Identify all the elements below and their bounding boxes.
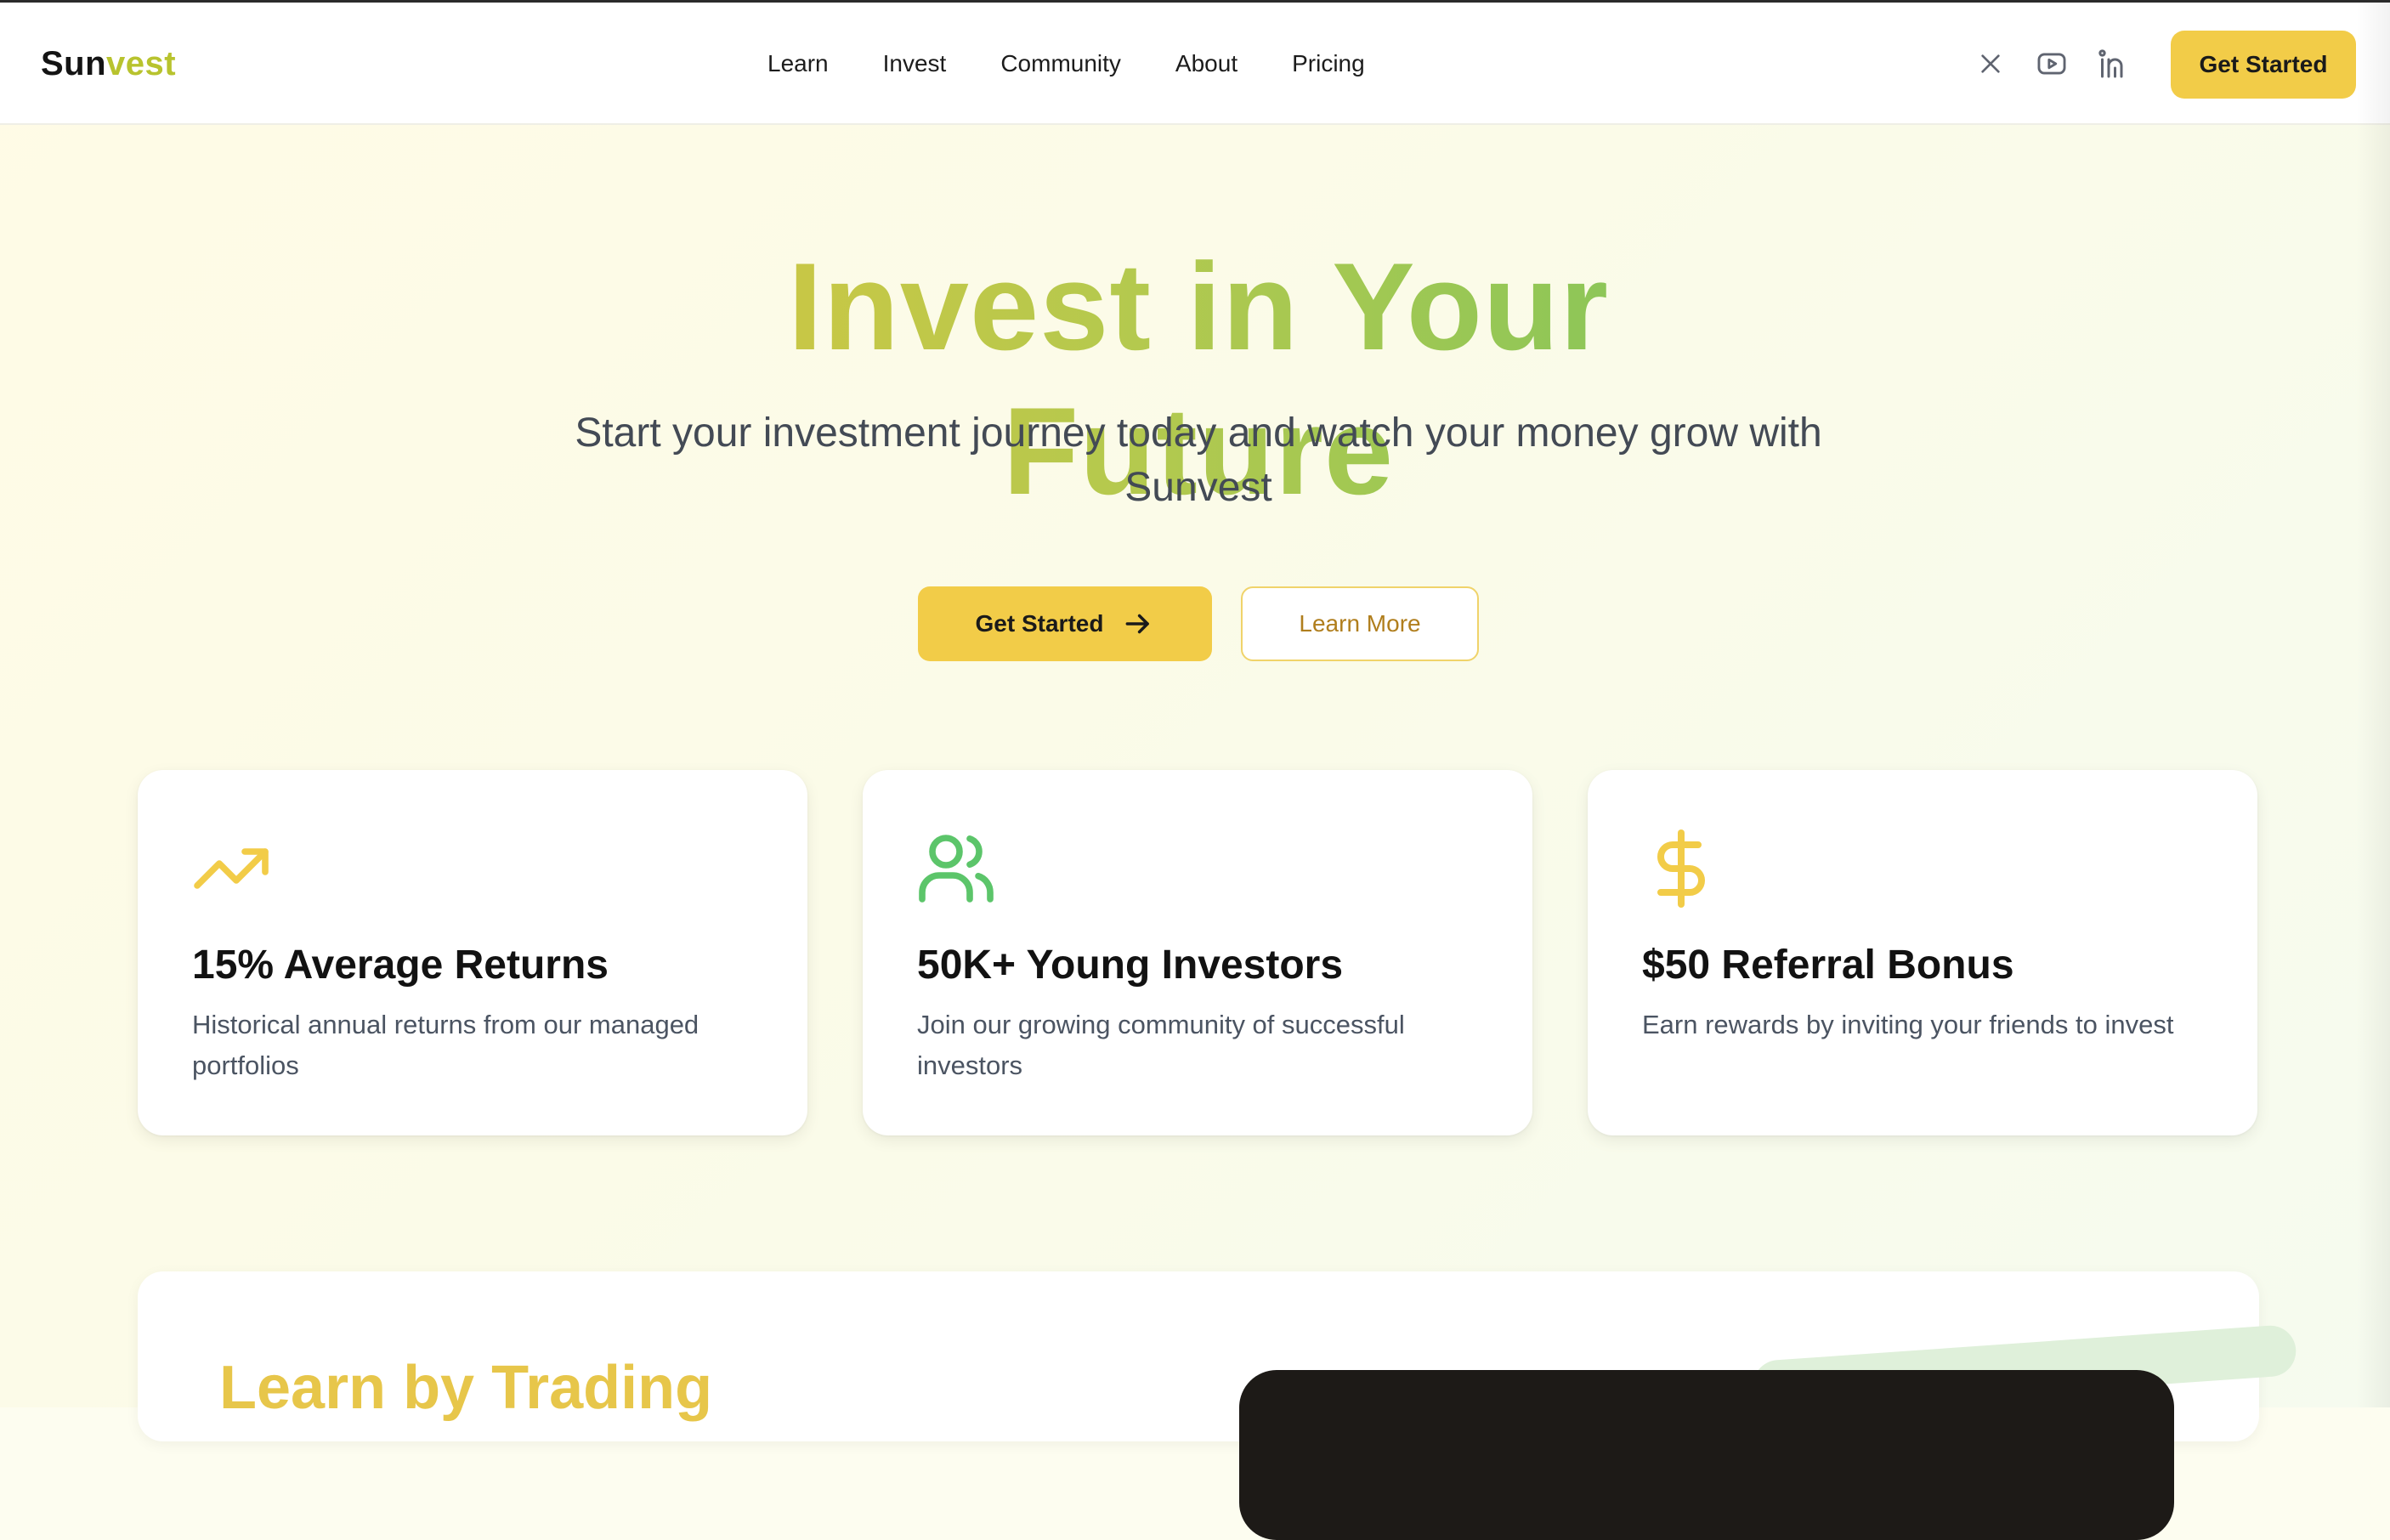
hero-get-started-label: Get Started (975, 610, 1104, 637)
feature-title: 15% Average Returns (192, 943, 609, 988)
feature-description: Historical annual returns from our manag… (192, 1010, 699, 1080)
feature-card-returns: 15% Average Returns Historical annual re… (138, 770, 807, 1135)
logo-part-vest: vest (106, 45, 177, 82)
top-navigation: Sunvest Learn Invest Community About Pri… (0, 3, 2390, 125)
feature-description: Join our growing community of successful… (917, 1010, 1405, 1080)
nav-link-invest[interactable]: Invest (883, 47, 947, 81)
linkedin-icon[interactable] (2094, 45, 2132, 82)
nav-link-about[interactable]: About (1175, 47, 1237, 81)
trading-media-preview[interactable] (1239, 1370, 2174, 1540)
nav-links: Learn Invest Community About Pricing (767, 47, 1365, 81)
x-icon[interactable] (1972, 45, 2009, 82)
nav-link-learn[interactable]: Learn (767, 47, 829, 81)
trending-up-icon (190, 828, 272, 909)
feature-description: Earn rewards by inviting your friends to… (1642, 1010, 2174, 1039)
feature-title: $50 Referral Bonus (1642, 943, 2014, 988)
nav-get-started-button[interactable]: Get Started (2171, 31, 2356, 99)
sunvest-logo[interactable]: Sunvest (41, 40, 176, 88)
learn-section-title: Learn by Trading (219, 1354, 713, 1422)
hero-learn-more-button[interactable]: Learn More (1241, 586, 1479, 661)
dollar-icon (1640, 828, 1722, 909)
users-icon (915, 828, 997, 909)
feature-card-referral: $50 Referral Bonus Earn rewards by invit… (1588, 770, 2257, 1135)
logo-part-sun: Sun (41, 45, 107, 82)
page-background (0, 0, 2390, 1407)
feature-card-investors: 50K+ Young Investors Join our growing co… (863, 770, 1532, 1135)
youtube-icon[interactable] (2033, 45, 2070, 82)
hero-get-started-button[interactable]: Get Started (918, 586, 1212, 661)
feature-title: 50K+ Young Investors (917, 943, 1344, 988)
nav-link-pricing[interactable]: Pricing (1292, 47, 1365, 81)
arrow-right-icon (1122, 608, 1154, 640)
hero-subtitle: Start your investment journey today and … (575, 410, 1822, 510)
nav-link-community[interactable]: Community (1000, 47, 1121, 81)
learn-by-trading-section: Learn by Trading (138, 1271, 2298, 1540)
scroll-edge-shadow (2356, 3, 2390, 1407)
hero-title-container: Invest in Your Future (578, 235, 1819, 520)
